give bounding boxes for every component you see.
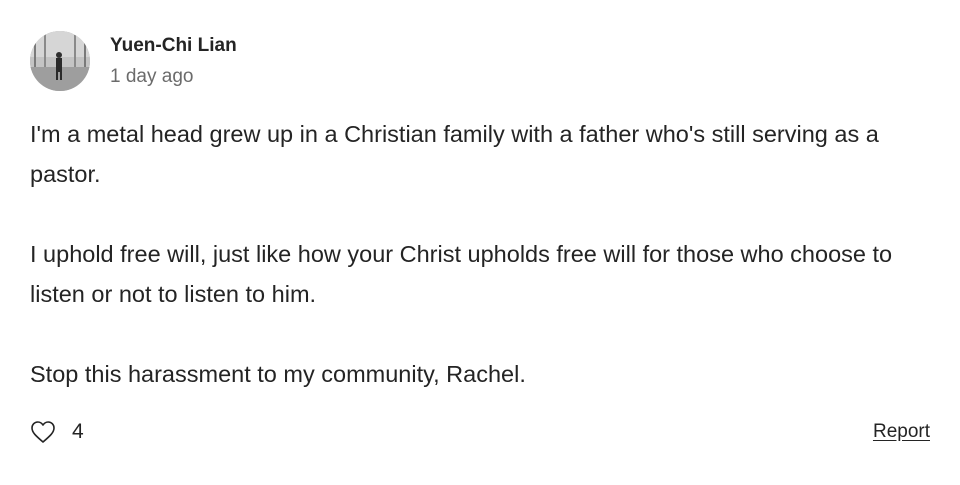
like-count: 4 bbox=[72, 420, 84, 443]
comment-meta: Yuen-Chi Lian 1 day ago bbox=[110, 34, 237, 89]
heart-icon[interactable] bbox=[30, 419, 56, 445]
comment-body: I'm a metal head grew up in a Christian … bbox=[30, 114, 930, 394]
like-group: 4 bbox=[30, 419, 84, 445]
report-link[interactable]: Report bbox=[873, 421, 930, 443]
comment-footer: 4 Report bbox=[30, 417, 930, 447]
comment-header: Yuen-Chi Lian 1 day ago bbox=[30, 30, 930, 92]
comment-paragraph: I uphold free will, just like how your C… bbox=[30, 241, 893, 307]
comment-paragraph: I'm a metal head grew up in a Christian … bbox=[30, 121, 879, 187]
avatar[interactable] bbox=[30, 31, 90, 91]
comment-paragraph: Stop this harassment to my community, Ra… bbox=[30, 361, 526, 387]
comment-timestamp[interactable]: 1 day ago bbox=[110, 65, 237, 89]
author-name[interactable]: Yuen-Chi Lian bbox=[110, 34, 237, 58]
comment-card: Yuen-Chi Lian 1 day ago I'm a metal head… bbox=[30, 30, 930, 443]
